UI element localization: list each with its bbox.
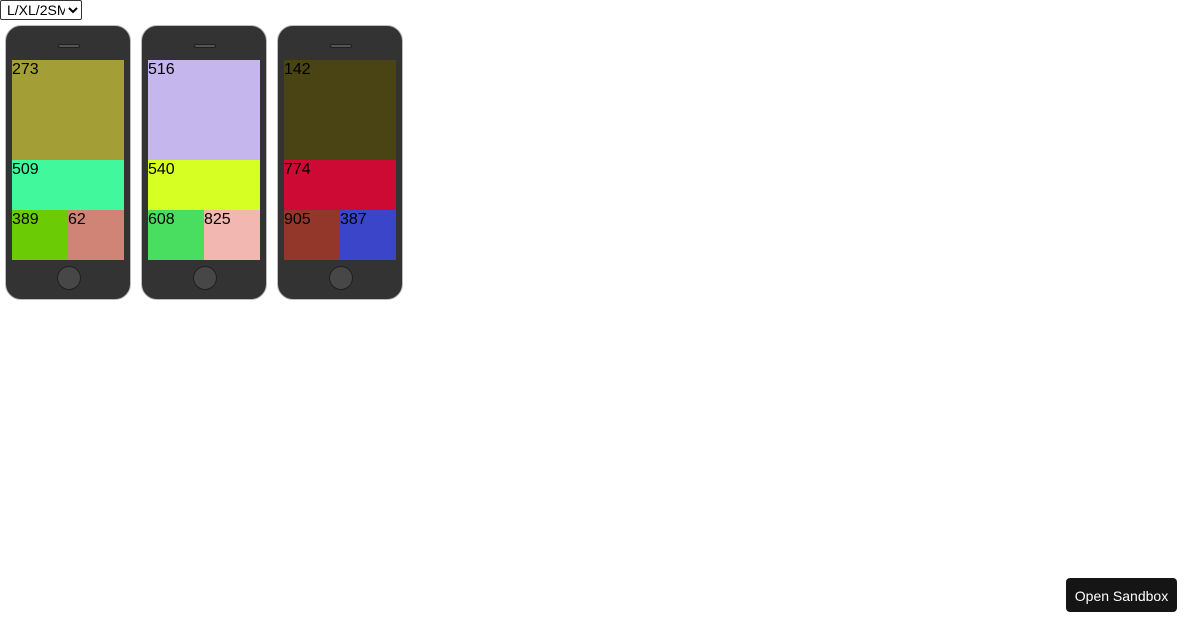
phone-frame-1: 273 509 389 62 <box>5 25 131 300</box>
phone-screen: 142 774 905 387 <box>284 60 396 260</box>
home-button <box>57 266 81 290</box>
speaker-slot <box>194 44 216 48</box>
tile-large: 273 <box>12 60 124 160</box>
tile-extra-large: 774 <box>284 160 396 210</box>
tile-small-right: 825 <box>204 210 260 260</box>
tile-extra-large: 540 <box>148 160 260 210</box>
open-sandbox-button[interactable]: Open Sandbox <box>1066 578 1177 612</box>
speaker-slot <box>58 44 80 48</box>
speaker-slot <box>330 44 352 48</box>
tile-small-left: 905 <box>284 210 340 260</box>
tile-extra-large: 509 <box>12 160 124 210</box>
tile-small-right: 387 <box>340 210 396 260</box>
home-button <box>193 266 217 290</box>
phone-frame-2: 516 540 608 825 <box>141 25 267 300</box>
tile-small-left: 608 <box>148 210 204 260</box>
phone-previews: 273 509 389 62 516 540 608 825 142 774 9… <box>5 25 403 300</box>
tile-large: 142 <box>284 60 396 160</box>
tile-large: 516 <box>148 60 260 160</box>
tile-small-right: 62 <box>68 210 124 260</box>
tile-small-left: 389 <box>12 210 68 260</box>
phone-screen: 273 509 389 62 <box>12 60 124 260</box>
phone-screen: 516 540 608 825 <box>148 60 260 260</box>
phone-frame-3: 142 774 905 387 <box>277 25 403 300</box>
layout-select[interactable]: L/XL/2SM <box>0 0 82 20</box>
home-button <box>329 266 353 290</box>
